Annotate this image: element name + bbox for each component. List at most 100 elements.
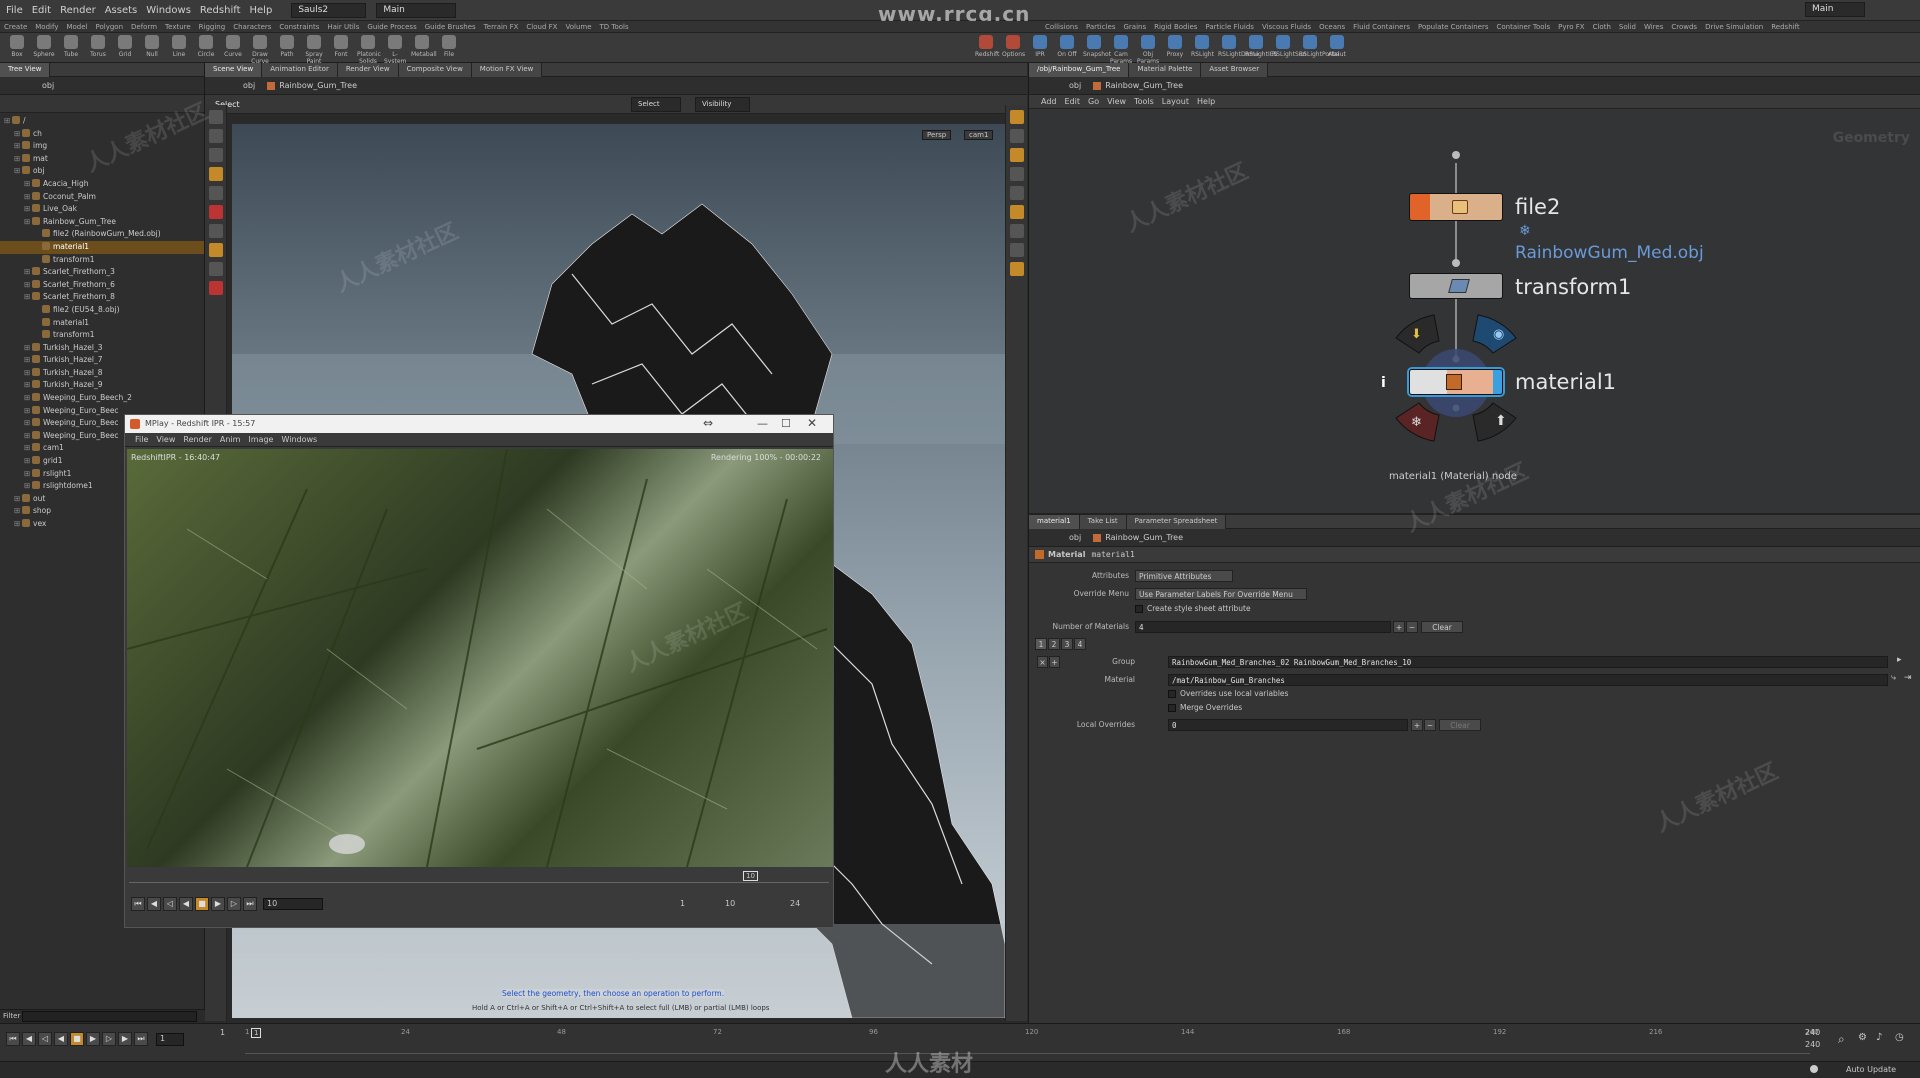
group-field[interactable]: RainbowGum_Med_Branches_02 RainbowGum_Me… — [1168, 656, 1888, 668]
scene-path-node[interactable]: Rainbow_Gum_Tree — [279, 81, 357, 90]
mplay-minimize-icon[interactable]: — — [757, 417, 768, 430]
visibility-combo[interactable]: Visibility — [695, 97, 750, 112]
tab-composite-view[interactable]: Composite View — [398, 62, 472, 77]
shelf-tab[interactable]: Particles — [1086, 23, 1116, 31]
tree-item[interactable]: ⊞ Coconut_Palm — [0, 191, 204, 204]
group-select-arrow-icon[interactable]: ▸ — [1897, 655, 1902, 665]
tree-item[interactable]: ⊞ Live_Oak — [0, 203, 204, 216]
tree-item[interactable]: transform1 — [0, 254, 204, 267]
shelf-tool[interactable]: Line — [168, 35, 190, 63]
material-jump-icon[interactable]: ⇥ — [1904, 673, 1912, 683]
points-icon[interactable] — [1009, 224, 1024, 238]
expand-icon[interactable]: ⊞ — [14, 493, 22, 506]
style-sheet-checkbox[interactable] — [1135, 605, 1143, 613]
search-icon[interactable]: ⌕ — [1838, 1032, 1845, 1047]
grid-icon[interactable] — [1009, 262, 1024, 276]
shelf-tab[interactable]: Polygon — [96, 23, 124, 31]
shelf-tab[interactable]: Particle Fluids — [1205, 23, 1254, 31]
shelf-tool[interactable]: Spray Paint — [303, 35, 325, 65]
expand-icon[interactable]: ⊞ — [24, 417, 32, 430]
expand-icon[interactable]: ⊞ — [14, 128, 22, 141]
num-materials-field[interactable]: 4 — [1135, 621, 1391, 633]
frame-field[interactable]: 1 — [156, 1032, 184, 1046]
expand-icon[interactable]: ⊞ — [24, 291, 32, 304]
expand-icon[interactable]: ⊞ — [14, 505, 22, 518]
mplay-titlebar[interactable]: MPlay - Redshift IPR - 15:57 ⇔ — ☐ ✕ — [125, 415, 833, 433]
shelf-tool[interactable]: Platonic Solids — [357, 35, 381, 65]
shelf-tab[interactable]: Wires — [1644, 23, 1663, 31]
shelf-tool[interactable]: On Off — [1056, 35, 1078, 63]
shelf-tab[interactable]: Volume — [565, 23, 591, 31]
shelf-tab[interactable]: Collisions — [1045, 23, 1078, 31]
lights-icon[interactable] — [1009, 186, 1024, 200]
expand-icon[interactable]: ⊞ — [24, 405, 32, 418]
mplay-first-frame-icon[interactable]: ⏮ — [131, 897, 145, 911]
multiparm-tab-3[interactable]: 3 — [1061, 638, 1073, 650]
mplay-current-frame-marker[interactable]: 10 — [743, 871, 758, 881]
expand-icon[interactable]: ⊞ — [24, 342, 32, 355]
step-forward-icon[interactable]: ▷ — [102, 1032, 116, 1046]
node-file2[interactable] — [1409, 193, 1503, 221]
num-materials-clear[interactable]: Clear — [1421, 621, 1463, 633]
tree-item[interactable]: ⊞ / — [0, 115, 204, 128]
multiparm-tab-4[interactable]: 4 — [1074, 638, 1086, 650]
step-back-icon[interactable]: ◁ — [38, 1032, 52, 1046]
shelf-tool[interactable]: Draw Curve — [249, 35, 271, 65]
mplay-prev-key-icon[interactable]: ◀ — [147, 897, 161, 911]
background-icon[interactable] — [1009, 205, 1024, 219]
tree-item[interactable]: ⊞ obj — [0, 165, 204, 178]
tree-item[interactable]: ⊞ Scarlet_Firethorn_6 — [0, 279, 204, 292]
shelf-tab[interactable]: Rigging — [199, 23, 226, 31]
shelf-tab[interactable]: Pyro FX — [1558, 23, 1584, 31]
play-icon[interactable]: ▶ — [86, 1032, 100, 1046]
local-overrides-minus[interactable]: − — [1424, 719, 1436, 731]
shelf-tab[interactable]: Oceans — [1319, 23, 1345, 31]
expand-icon[interactable]: ⊞ — [24, 178, 32, 191]
shelf-tab[interactable]: Constraints — [279, 23, 319, 31]
expand-icon[interactable]: ⊞ — [24, 203, 32, 216]
mplay-menu-windows[interactable]: Windows — [281, 435, 317, 444]
expand-icon[interactable]: ⊞ — [24, 266, 32, 279]
num-materials-minus[interactable]: − — [1406, 621, 1418, 633]
expand-icon[interactable]: ⊞ — [24, 468, 32, 481]
params-path-node[interactable]: Rainbow_Gum_Tree — [1105, 533, 1183, 542]
shelf-tool[interactable]: File — [438, 35, 460, 63]
tree-item[interactable]: transform1 — [0, 329, 204, 342]
shelf-tool[interactable]: Metaball — [411, 35, 437, 63]
shelf-tool[interactable]: Proxy — [1164, 35, 1186, 63]
shelf-tab[interactable]: Redshift — [1771, 23, 1799, 31]
material-chooser-icon[interactable]: ⤷ — [1891, 673, 1896, 683]
expand-icon[interactable]: ⊞ — [24, 216, 32, 229]
shelf-tool[interactable]: Sphere — [33, 35, 55, 63]
select-tool-icon[interactable] — [208, 110, 223, 124]
shelf-tab[interactable]: Model — [66, 23, 87, 31]
mplay-restore-icon[interactable]: ⇔ — [703, 416, 713, 430]
mplay-play-icon[interactable]: ▶ — [211, 897, 225, 911]
mplay-range-start[interactable]: 1 — [680, 899, 685, 908]
last-frame-icon[interactable]: ⏭ — [134, 1032, 148, 1046]
shelf-tab[interactable]: Texture — [165, 23, 191, 31]
shelf-tab[interactable]: Rigid Bodies — [1154, 23, 1197, 31]
expand-icon[interactable]: ⊞ — [24, 442, 32, 455]
auto-update-menu[interactable]: Auto Update — [1846, 1065, 1896, 1074]
mplay-render-image[interactable]: RedshiftIPR - 16:40:47 Rendering 100% - … — [127, 449, 833, 867]
next-key-icon[interactable]: ▶ — [118, 1032, 132, 1046]
expand-icon[interactable]: ⊞ — [14, 518, 22, 531]
attributes-menu[interactable]: Primitive Attributes — [1135, 570, 1233, 582]
expand-icon[interactable]: ⊞ — [24, 430, 32, 443]
merge-overrides-checkbox[interactable] — [1168, 704, 1176, 712]
shelf-tool[interactable]: Grid — [114, 35, 136, 63]
expand-icon[interactable]: ⊞ — [14, 165, 22, 178]
expand-icon[interactable]: ⊞ — [4, 115, 12, 128]
num-materials-plus[interactable]: + — [1393, 621, 1405, 633]
shelf-tool[interactable]: Font — [330, 35, 352, 63]
expand-icon[interactable]: ⊞ — [24, 392, 32, 405]
shelf-tab[interactable]: Guide Brushes — [425, 23, 476, 31]
expand-icon[interactable]: ⊞ — [14, 140, 22, 153]
shelf-tool[interactable]: L-System — [384, 35, 406, 65]
shelf-tool[interactable]: RSLightPortal — [1299, 35, 1339, 63]
snap-tool-icon[interactable] — [208, 243, 223, 257]
normals-icon[interactable] — [1009, 243, 1024, 257]
menu-render[interactable]: Render — [60, 5, 96, 16]
menu-edit[interactable]: Edit — [32, 5, 51, 16]
